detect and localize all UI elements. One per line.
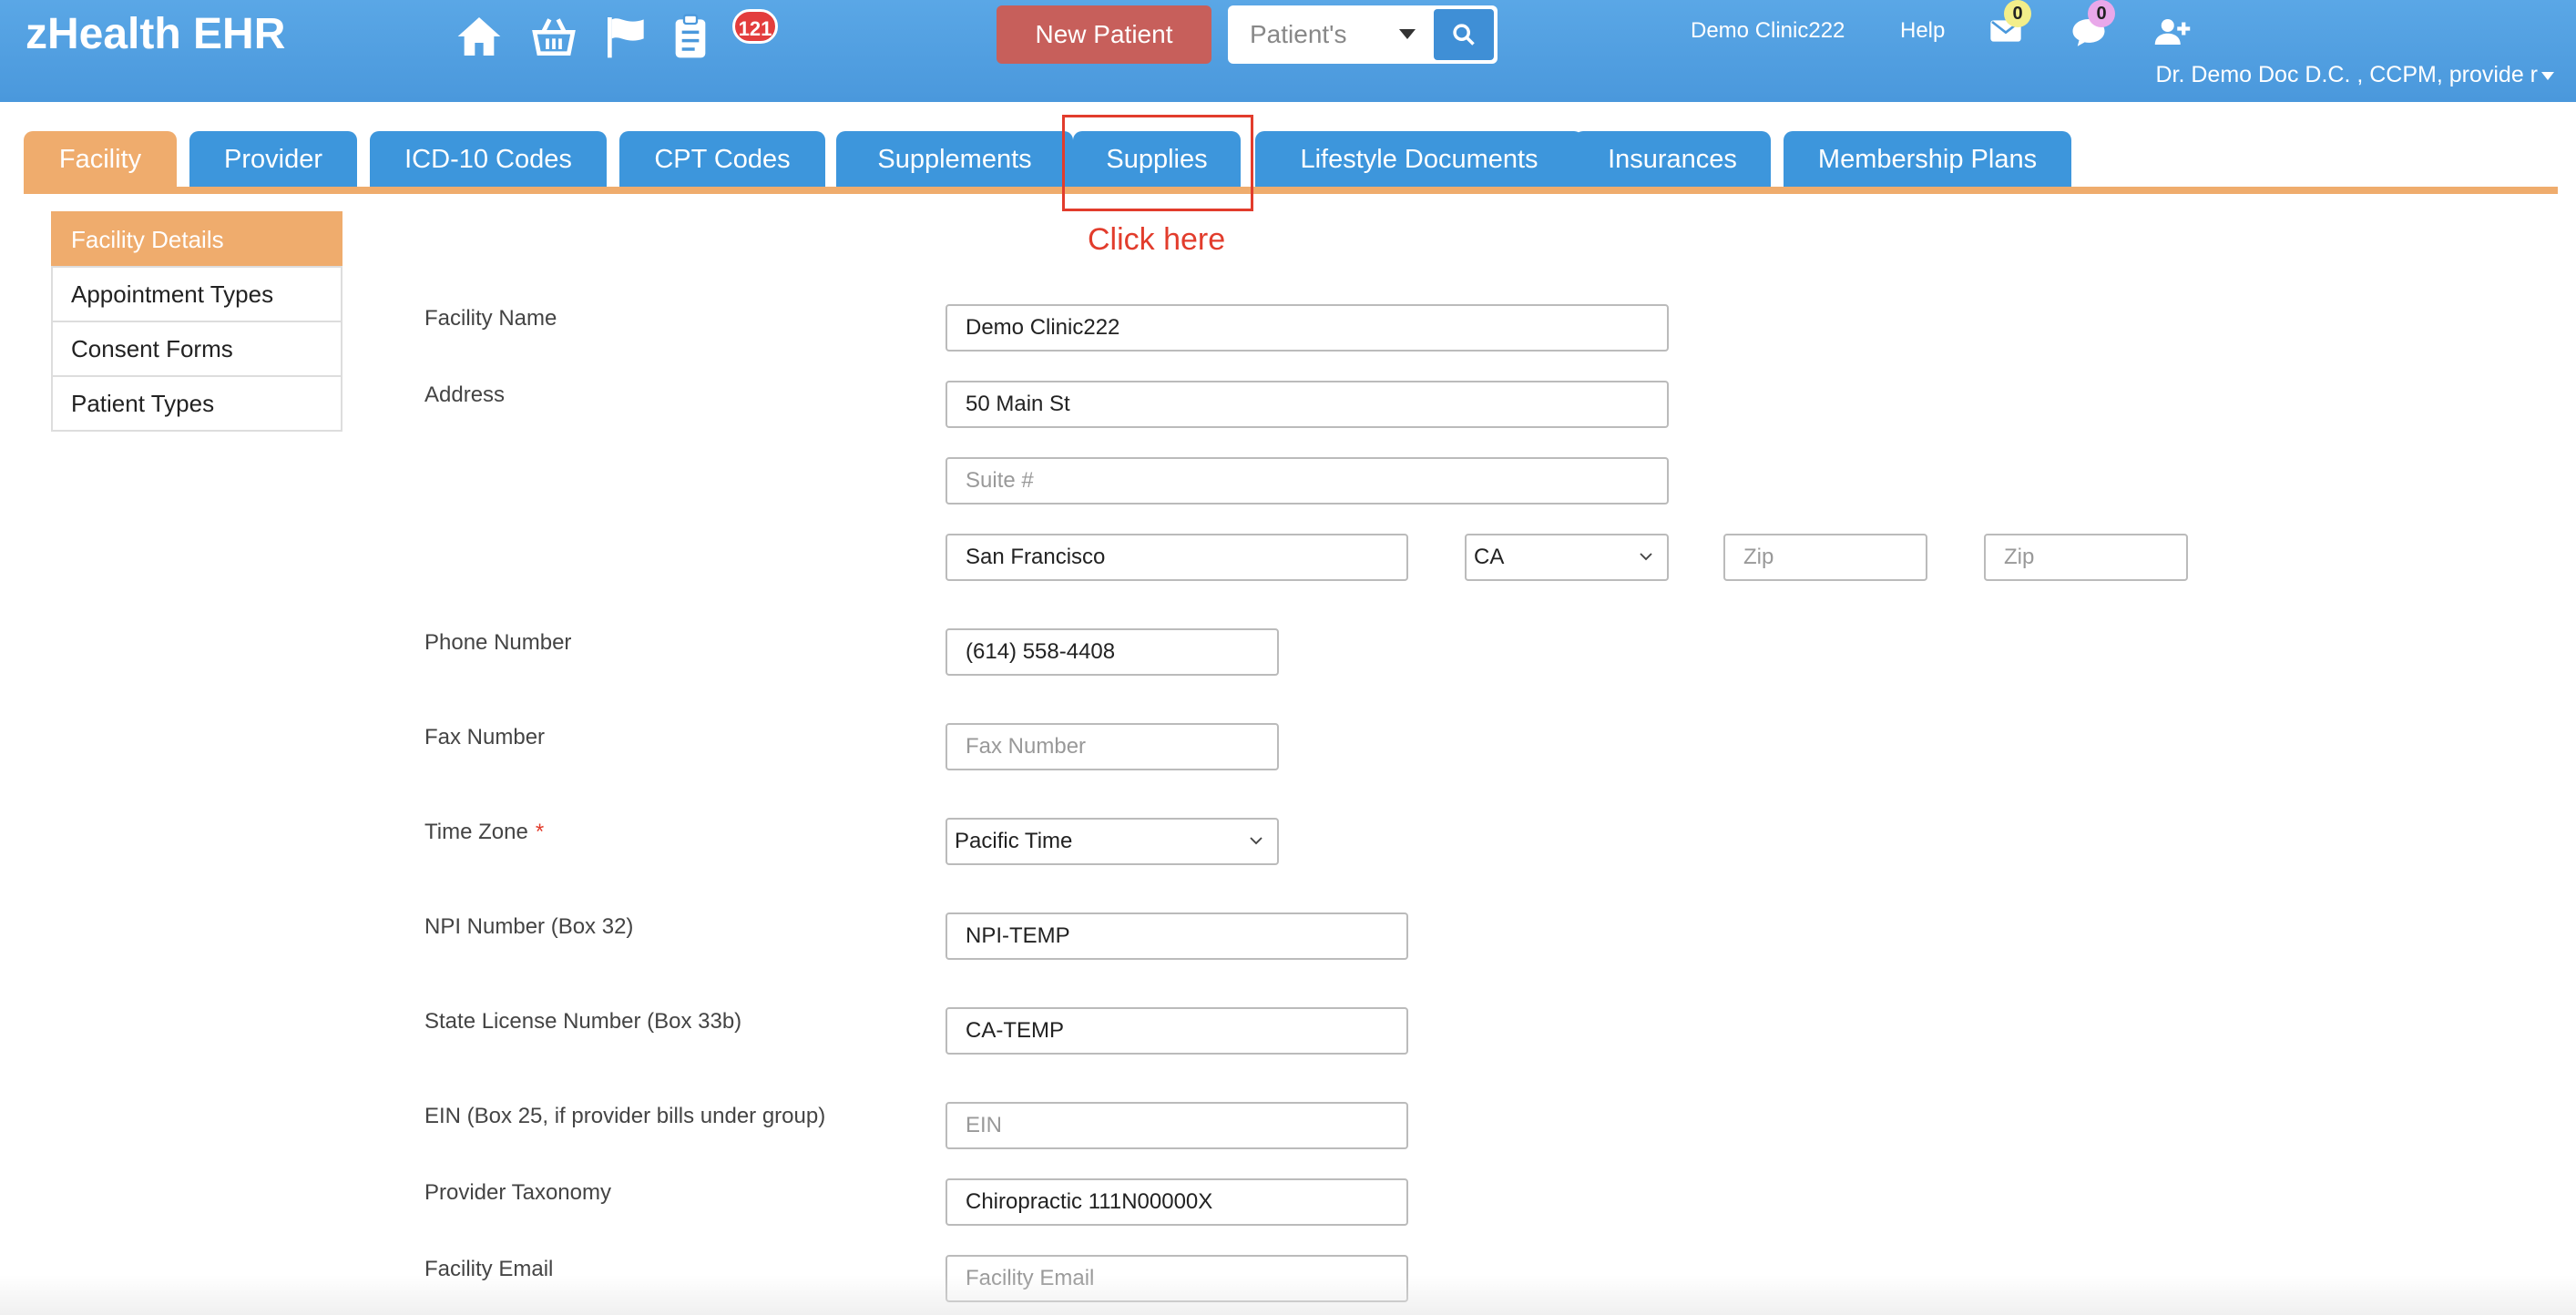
state-license-label: State License Number (Box 33b): [424, 1009, 742, 1034]
user-name: Dr. Demo Doc D.C. , CCPM, provide r: [2155, 62, 2538, 87]
flag-icon[interactable]: [601, 11, 652, 62]
basket-icon[interactable]: [528, 11, 579, 62]
chevron-down-icon: [2541, 71, 2554, 80]
side-item-appointment-types[interactable]: Appointment Types: [51, 266, 342, 322]
tab-provider[interactable]: Provider: [189, 131, 357, 188]
brand-logo[interactable]: zHealth EHR: [26, 9, 285, 59]
tab-underline: [24, 187, 2558, 194]
tab-lifestyle-documents[interactable]: Lifestyle Documents: [1255, 131, 1583, 188]
facility-name-label: Facility Name: [424, 306, 557, 331]
zip-field[interactable]: [1723, 534, 1927, 581]
tab-icd10-codes[interactable]: ICD-10 Codes: [370, 131, 607, 188]
fax-field[interactable]: [946, 723, 1279, 770]
fax-label: Fax Number: [424, 725, 546, 749]
side-item-consent-forms[interactable]: Consent Forms: [51, 321, 342, 377]
taxonomy-field[interactable]: [946, 1178, 1408, 1226]
npi-field[interactable]: [946, 912, 1408, 960]
required-marker: *: [535, 820, 545, 844]
state-select-value: CA: [1474, 545, 1505, 569]
timezone-select-value: Pacific Time: [955, 829, 1073, 853]
state-select[interactable]: CA: [1465, 534, 1669, 581]
annotation-click-here: Click here: [1088, 222, 1226, 257]
bottom-shadow: [0, 1275, 2576, 1315]
search-icon: [1453, 24, 1475, 46]
tab-supplements[interactable]: Supplements: [836, 131, 1073, 188]
state-license-field[interactable]: [946, 1007, 1408, 1055]
mail-count-badge: 0: [2004, 0, 2031, 27]
add-user-icon[interactable]: [2153, 13, 2192, 51]
chat-count-badge: 0: [2088, 0, 2115, 27]
phone-label: Phone Number: [424, 630, 572, 655]
timezone-label-text: Time Zone: [424, 820, 528, 844]
address-field[interactable]: [946, 381, 1669, 428]
help-link[interactable]: Help: [1900, 18, 1945, 44]
ein-label: EIN (Box 25, if provider bills under gro…: [424, 1104, 826, 1128]
tab-insurances[interactable]: Insurances: [1574, 131, 1771, 188]
tab-facility[interactable]: Facility: [24, 131, 177, 188]
top-header: zHealth EHR 121 New Patient Patient's De…: [0, 0, 2576, 102]
clipboard-icon[interactable]: [665, 11, 716, 62]
city-field[interactable]: [946, 534, 1408, 581]
side-item-patient-types[interactable]: Patient Types: [51, 375, 342, 432]
annotation-highlight-box: [1062, 115, 1253, 211]
tab-membership-plans[interactable]: Membership Plans: [1784, 131, 2071, 188]
search-button[interactable]: [1434, 9, 1494, 60]
timezone-label: Time Zone *: [424, 820, 544, 845]
tab-cpt-codes[interactable]: CPT Codes: [619, 131, 825, 188]
facility-side-menu: Facility Details Appointment Types Conse…: [51, 211, 342, 432]
taxonomy-label: Provider Taxonomy: [424, 1180, 611, 1205]
suite-field[interactable]: [946, 457, 1669, 505]
npi-label: NPI Number (Box 32): [424, 914, 634, 939]
chevron-down-icon: [1250, 837, 1262, 845]
facility-name-field[interactable]: [946, 304, 1669, 352]
clinic-link[interactable]: Demo Clinic222: [1691, 18, 1845, 44]
phone-field[interactable]: [946, 628, 1279, 676]
new-patient-button[interactable]: New Patient: [997, 5, 1211, 64]
user-menu[interactable]: Dr. Demo Doc D.C. , CCPM, provide r: [2155, 62, 2554, 88]
chevron-down-icon: [1640, 553, 1652, 561]
notification-badge: 121: [732, 9, 778, 44]
patient-search-select[interactable]: Patient's: [1250, 5, 1347, 64]
zip-extension-field[interactable]: [1984, 534, 2188, 581]
chevron-down-icon: [1399, 29, 1416, 39]
patient-search[interactable]: Patient's: [1228, 5, 1498, 64]
home-icon[interactable]: [454, 11, 505, 62]
ein-field[interactable]: [946, 1102, 1408, 1149]
timezone-select[interactable]: Pacific Time: [946, 818, 1279, 865]
address-label: Address: [424, 382, 506, 407]
side-item-facility-details[interactable]: Facility Details: [51, 211, 342, 268]
